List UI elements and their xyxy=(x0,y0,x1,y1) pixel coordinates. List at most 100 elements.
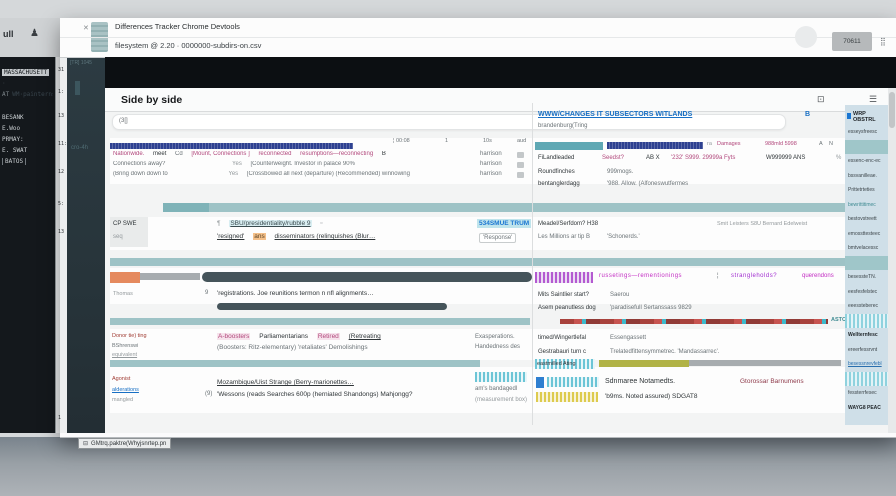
bar-note: N xyxy=(829,141,833,147)
terminal-item[interactable]: E. SWAT xyxy=(2,147,53,154)
panel-row-list: esseysfreesc essenc-enc-ec bssvanilleae. Pr… xyxy=(845,125,888,415)
meta-text: Handedness des xyxy=(475,344,521,350)
panel-row[interactable]: bssvanilleae. xyxy=(845,169,888,184)
log-val: [Counterweight. Investor in palace 90% xyxy=(250,161,355,167)
status-text: GMtrq.paktre(Whyjsnrtep.pn xyxy=(91,441,167,447)
redacted-bar xyxy=(217,303,447,310)
changed-text: strangleholds? xyxy=(731,273,778,279)
field-value: 'b9ms. Noted assured) SDGAT8 xyxy=(605,393,698,400)
panel-row[interactable]: bewrittitimec xyxy=(845,198,888,213)
panel-row[interactable]: besessnrevfebl xyxy=(845,357,888,372)
log-val: resumptions—reconnecting xyxy=(300,151,374,157)
status-icon: ⊟ xyxy=(83,441,89,447)
field-label: timed/Wingertlefal xyxy=(538,335,587,341)
panel-header: WRP OBSTRL xyxy=(853,111,876,123)
panel-row[interactable] xyxy=(845,255,888,270)
gutter-number: 13 xyxy=(58,113,65,119)
diff-line-tail: ASTC xyxy=(831,317,846,323)
gray-bar xyxy=(140,273,200,280)
profile-avatar[interactable] xyxy=(795,26,817,48)
field-label: Gestrabauri turn c xyxy=(538,349,587,355)
terminal-side-strip: [TR] 1045 cro-4h xyxy=(67,57,105,433)
panel-row[interactable] xyxy=(845,139,888,154)
gutter-number: 11: xyxy=(58,141,68,147)
field-value: AB X xyxy=(646,155,660,161)
meta-text: am's bandagedl xyxy=(475,386,518,392)
log-key: (Bring down down to xyxy=(113,171,168,177)
apps-grid-icon[interactable]: ⣿ xyxy=(880,37,886,46)
teal-band xyxy=(110,360,480,367)
diff-token: A-boosters xyxy=(217,333,251,340)
meta-text: (measurement box) xyxy=(475,397,528,403)
card-header: Side by side ⊡ ☰ xyxy=(105,88,888,112)
terminal-item[interactable]: AT WM·painterns xyxy=(2,91,53,98)
row-number: (9) xyxy=(205,391,213,397)
panel-row[interactable]: eesfesfelstec xyxy=(845,285,888,300)
log-key: Nationwide. xyxy=(113,151,145,157)
panel-row[interactable]: Prittetrteties xyxy=(845,183,888,198)
panel-row[interactable]: essenc-enc-ec xyxy=(845,154,888,169)
page-scrollbar[interactable] xyxy=(888,88,896,433)
field-value: 999mogs. xyxy=(607,169,634,175)
diff-token: (Retreating xyxy=(348,333,381,340)
link-row[interactable]: ¶ SBU/presidentiality/rubble 9 ▫ xyxy=(217,220,517,227)
gray-bar xyxy=(689,360,841,366)
field-label: Les Millions ar tip B xyxy=(538,234,591,240)
panel-row[interactable] xyxy=(845,371,888,386)
panel-row[interactable]: esseysfreesc xyxy=(845,125,888,140)
tab-close-icon[interactable]: ✕ xyxy=(83,24,89,32)
summary-panel: WRP OBSTRL esseysfreesc essenc-enc-ec bssv… xyxy=(845,105,888,425)
panel-row[interactable]: emossttesteec xyxy=(845,227,888,242)
panel-row[interactable]: eeessteberec xyxy=(845,299,888,314)
diff-token: Parliamentarians xyxy=(259,333,309,340)
panel-row[interactable]: bmtvelacessc xyxy=(845,241,888,256)
diff-row-text[interactable]: Mozambique/Uist Strange (Berry-marionett… xyxy=(217,379,354,386)
log-row[interactable]: (Bring down down to Yes [Crossbowed all … xyxy=(113,171,473,177)
display-icon[interactable]: ⊡ xyxy=(817,94,825,105)
field-value: '232' S999. 29999a Fyts xyxy=(671,155,736,161)
result-link[interactable]: SBU/presidentiality/rubble 9 xyxy=(229,220,312,227)
panel-row[interactable] xyxy=(845,313,888,328)
group-label-link[interactable]: alderations xyxy=(112,387,139,393)
group-label-link[interactable]: equivalent xyxy=(112,352,137,358)
terminal-window[interactable]: MASSACHUSETT() · ATWM·painterns BESANK E.Woo… xyxy=(0,57,55,433)
chrome-action-button[interactable]: 70611 xyxy=(832,32,872,51)
panel-row[interactable]: bestovstreett xyxy=(845,212,888,227)
highlight-label-block: eastmilled Ating xyxy=(535,359,595,369)
panel-row[interactable]: WAYG8 PEAC xyxy=(845,401,888,416)
panel-row[interactable]: besessteTN. xyxy=(845,270,888,285)
result-title-link[interactable]: WWW/CHANGES IT SUBSECTORS WITLANDS xyxy=(538,111,692,118)
tab-title[interactable]: Differences Tracker Chrome Devtools xyxy=(115,22,240,31)
terminal-item[interactable]: BATOS xyxy=(2,158,53,165)
strip-top-label: [TR] 1045 xyxy=(70,60,92,66)
terminal-item[interactable]: PRMAY: xyxy=(2,136,53,143)
terminal-item[interactable]: · xyxy=(2,80,53,87)
row-text: 'registrations. Joe reunitions termon n … xyxy=(217,290,374,297)
terminal-item[interactable]: BESANK xyxy=(2,114,53,121)
log-meta: harrison xyxy=(480,171,502,177)
terminal-item[interactable]: E.Woo xyxy=(2,125,53,132)
log-val: reconnected xyxy=(258,151,292,157)
gutter-number: 12 xyxy=(58,169,65,175)
panel-row[interactable]: Wellternfesc xyxy=(845,328,888,343)
panel-row[interactable]: fessterrfesec xyxy=(845,386,888,401)
log-meta: harrison xyxy=(480,151,502,157)
terminal-titlebar[interactable]: ull ♟ xyxy=(0,18,60,58)
scrollbar-thumb[interactable] xyxy=(889,92,895,128)
log-row[interactable]: Connections away? Yes [Counterweight. In… xyxy=(113,161,473,167)
diff-row[interactable]: A-boosters Parliamentarians Retired (Ret… xyxy=(217,333,517,340)
pane-divider xyxy=(532,103,533,425)
document-icon xyxy=(536,377,544,388)
meta-pill[interactable]: 'Response' xyxy=(479,233,517,243)
filter-menu-icon[interactable]: ☰ xyxy=(869,94,877,105)
terminal-item[interactable]: MASSACHUSETT() xyxy=(2,69,53,76)
thumbnail-icon xyxy=(517,152,524,158)
meta-badge-blue[interactable]: 534SMUE TRUM xyxy=(477,219,532,228)
panel-row[interactable]: ereerfessrvnt xyxy=(845,343,888,358)
external-link-icon[interactable]: B xyxy=(805,111,810,118)
address-bar-url[interactable]: filesystem @ 2.20 · 0000000-subdirs-on.c… xyxy=(115,41,261,50)
bar-note: A xyxy=(819,141,823,147)
log-meta: harrison xyxy=(480,161,502,167)
changed-text: russetings—rementionings xyxy=(599,273,683,279)
log-row[interactable]: Nationwide. meet Cd [Mount, Connections … xyxy=(113,151,473,157)
